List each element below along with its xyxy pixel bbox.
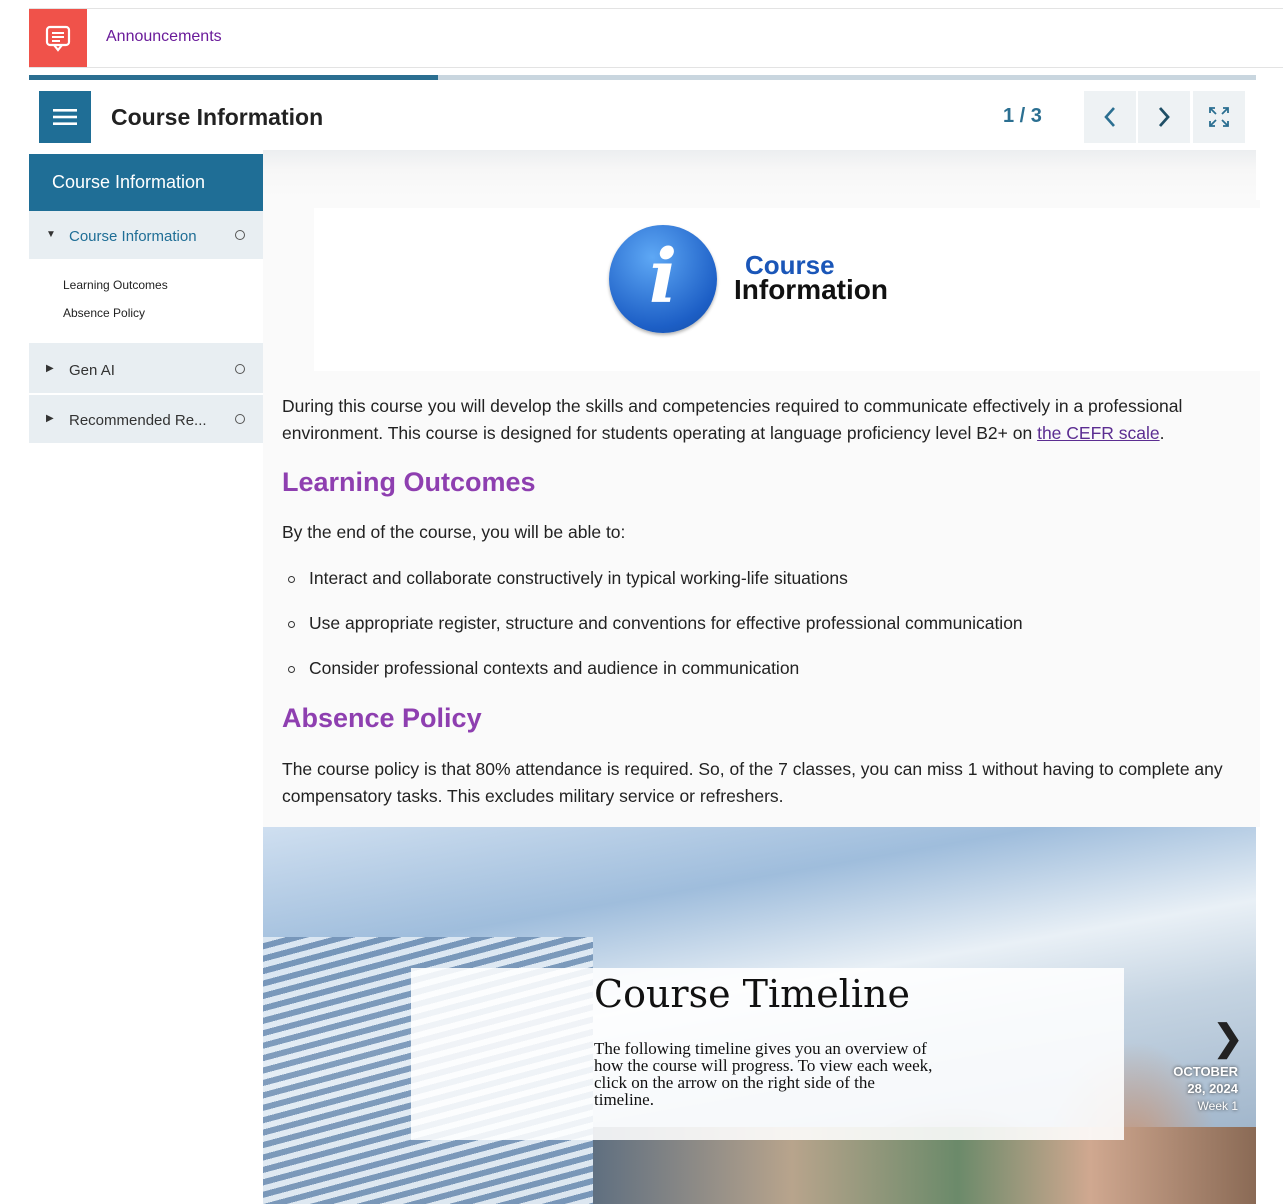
announcement-icon [29,9,87,67]
sidebar-subitems: Learning Outcomes Absence Policy [29,261,263,345]
sidebar-item-course-information[interactable]: ▼ Course Information [29,211,263,261]
menu-button[interactable] [39,91,91,143]
caret-right-icon: ▶ [46,413,54,424]
page-counter: 1 / 3 [1003,105,1042,127]
absence-policy-heading: Absence Policy [282,703,482,733]
absence-paragraph: The course policy is that 80% attendance… [282,759,1223,806]
page-title: Course Information [111,104,324,130]
caret-right-icon: ▶ [46,363,54,374]
timeline-description: The following timeline gives you an over… [594,1039,933,1109]
list-item: Consider professional contexts and audie… [282,655,1023,700]
chevron-right-icon [1158,107,1170,127]
hero-banner: i Course Information [314,208,1260,371]
timeline-banner: Course Timeline The following timeline g… [263,827,1256,1204]
sidebar-item-label: Course Information [69,228,197,245]
outcomes-list: Interact and collaborate constructively … [282,565,1023,700]
progress-bar [29,75,1256,80]
learning-outcomes-heading: Learning Outcomes [282,467,536,497]
progress-fill [29,75,438,80]
timeline-title: Course Timeline [594,972,910,1016]
hamburger-icon [53,109,77,125]
intro-paragraph: During this course you will develop the … [282,396,1183,443]
timeline-date: OCTOBER 28, 2024 [1173,1064,1238,1096]
previous-page-button[interactable] [1084,91,1136,143]
sidebar-item-recommended[interactable]: ▶ Recommended Re... [29,395,263,445]
sidebar-subitem-absence-policy[interactable]: Absence Policy [63,305,263,333]
content-top-shade [263,150,1256,200]
caret-down-icon: ▼ [46,229,56,240]
hero-title-line2: Information [734,274,888,305]
chevron-left-icon [1104,107,1115,127]
progress-circle-icon [235,364,245,374]
progress-circle-icon [235,414,245,424]
info-icon: i [609,225,717,333]
expand-icon [1209,107,1229,127]
announcements-bar[interactable]: Announcements [29,8,1283,68]
outcomes-lead: By the end of the course, you will be ab… [282,522,626,542]
sidebar-subitem-learning-outcomes[interactable]: Learning Outcomes [63,277,263,305]
list-item: Use appropriate register, structure and … [282,610,1023,655]
timeline-next-arrow-icon[interactable]: ❯ [1213,1017,1243,1059]
timeline-week-label: Week 1 [1197,1099,1238,1113]
sidebar-item-gen-ai[interactable]: ▶ Gen AI [29,345,263,395]
list-item: Interact and collaborate constructively … [282,565,1023,610]
sidebar-heading: Course Information [29,154,263,211]
main-content: i Course Information During this course … [263,200,1260,827]
sidebar-item-label: Recommended Re... [69,412,207,429]
next-page-button[interactable] [1138,91,1190,143]
announcements-link[interactable]: Announcements [106,28,222,46]
fullscreen-button[interactable] [1193,91,1245,143]
timeline-intro-card: Course Timeline The following timeline g… [411,968,1124,1140]
cefr-scale-link[interactable]: the CEFR scale [1037,423,1160,443]
sidebar: Course Information ▼ Course Information … [29,154,263,445]
sidebar-item-label: Gen AI [69,362,115,379]
progress-circle-icon [235,230,245,240]
